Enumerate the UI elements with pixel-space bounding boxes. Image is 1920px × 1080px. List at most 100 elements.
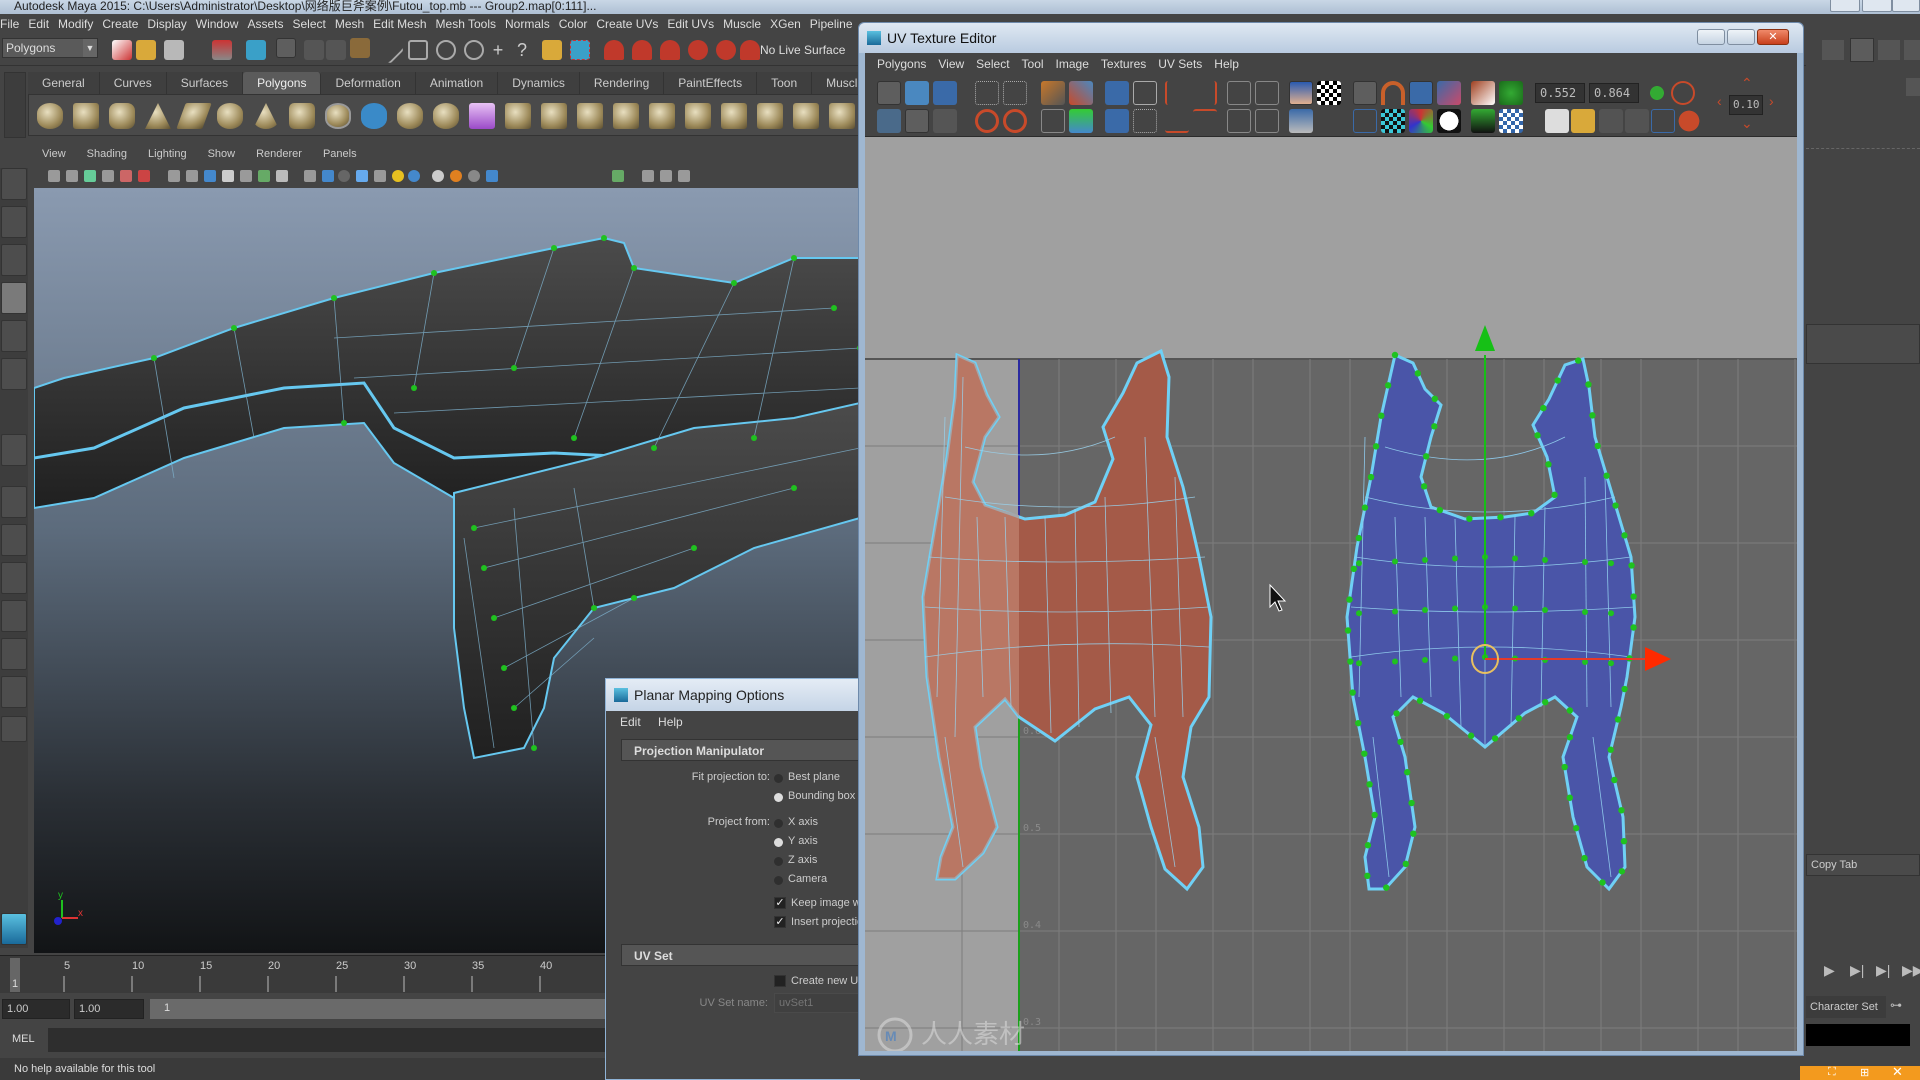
xray-joints-icon[interactable] bbox=[642, 170, 654, 182]
image-ratio-icon[interactable] bbox=[1499, 109, 1523, 133]
menu-file[interactable]: File bbox=[0, 14, 28, 34]
poly-plane-icon[interactable] bbox=[176, 103, 212, 129]
flip-u-icon[interactable] bbox=[975, 81, 999, 105]
uv-vertex[interactable] bbox=[1392, 658, 1398, 665]
bounding-box-radio[interactable] bbox=[774, 793, 783, 802]
combine-icon[interactable] bbox=[361, 103, 387, 129]
view-grid-icon[interactable] bbox=[1353, 81, 1377, 105]
uv-vertex[interactable] bbox=[1630, 593, 1637, 600]
close-icon[interactable]: ✕ bbox=[1892, 1064, 1903, 1080]
uv-vertex[interactable] bbox=[1542, 557, 1548, 563]
camera-select-icon[interactable] bbox=[48, 170, 60, 182]
uv-vertex[interactable] bbox=[1572, 824, 1580, 832]
edge-mask-icon[interactable] bbox=[326, 40, 346, 60]
magnet-live-icon[interactable] bbox=[716, 40, 736, 60]
layout-hypershade-icon[interactable] bbox=[1, 638, 27, 670]
grease-pencil-icon[interactable] bbox=[138, 170, 150, 182]
uv-cut-tool-icon[interactable] bbox=[905, 109, 929, 133]
expand-icon[interactable]: ⛶ bbox=[1828, 1066, 1836, 1079]
select-border-icon[interactable] bbox=[1227, 81, 1251, 105]
uv-vertex[interactable] bbox=[1515, 715, 1522, 722]
gate-mask-icon[interactable] bbox=[222, 170, 234, 182]
cycle-uvs-icon[interactable] bbox=[1651, 109, 1675, 133]
motion-blur-icon[interactable] bbox=[450, 170, 462, 182]
tab-painteffects[interactable]: PaintEffects bbox=[664, 72, 758, 94]
field-chart-icon[interactable] bbox=[240, 170, 252, 182]
image-plane-icon[interactable] bbox=[102, 170, 114, 182]
copy-tab-button[interactable]: Copy Tab bbox=[1806, 854, 1920, 876]
uv-vertex[interactable] bbox=[1420, 483, 1428, 490]
x-axis-radio[interactable] bbox=[774, 819, 783, 828]
magnet-view-icon[interactable] bbox=[688, 40, 708, 60]
tab-surfaces[interactable]: Surfaces bbox=[166, 72, 244, 94]
uv-vertex[interactable] bbox=[1542, 607, 1548, 613]
uv-vertex[interactable] bbox=[1528, 510, 1535, 517]
step-down-icon[interactable]: ⌄ bbox=[1741, 115, 1753, 132]
scale-tool-icon[interactable] bbox=[1, 358, 27, 390]
uv-maximize-button[interactable] bbox=[1727, 29, 1755, 45]
select-component-icon[interactable] bbox=[276, 38, 296, 58]
step-right-icon[interactable]: › bbox=[1769, 93, 1774, 109]
menu-xgen[interactable]: XGen bbox=[770, 14, 810, 34]
uv-vertex[interactable] bbox=[1366, 781, 1373, 788]
uv-move-icon[interactable] bbox=[905, 81, 929, 105]
uv-vertex[interactable] bbox=[1575, 357, 1582, 364]
pixel-snap-icon[interactable] bbox=[1381, 81, 1405, 105]
menu-edit-uvs[interactable]: Edit UVs bbox=[667, 14, 723, 34]
playback-start-field[interactable]: 1.00 bbox=[74, 999, 144, 1019]
uv-vertex[interactable] bbox=[1355, 719, 1362, 727]
uv-vertex[interactable] bbox=[1414, 370, 1421, 377]
lock-icon[interactable] bbox=[542, 40, 562, 60]
sew-uvs-icon[interactable] bbox=[1069, 81, 1093, 105]
uv-vertex[interactable] bbox=[1372, 443, 1380, 450]
uv-vertex[interactable] bbox=[1618, 868, 1626, 875]
uv-vertex[interactable] bbox=[1599, 879, 1606, 886]
uv-select-shell-icon[interactable] bbox=[933, 109, 957, 133]
textured-icon[interactable] bbox=[374, 170, 386, 182]
uv-vertex[interactable] bbox=[1443, 712, 1451, 720]
uv-vertex[interactable] bbox=[1542, 698, 1549, 706]
go-to-end-icon[interactable]: ▶▶ bbox=[1902, 962, 1920, 979]
checker-tiles-icon[interactable] bbox=[1381, 109, 1405, 133]
step-up-icon[interactable]: ⌃ bbox=[1741, 75, 1753, 92]
trash-icon[interactable] bbox=[1906, 78, 1920, 96]
mode-selector[interactable]: Polygons ▼ bbox=[2, 38, 98, 58]
panel-menu-show[interactable]: Show bbox=[194, 146, 243, 164]
select-region-icon[interactable] bbox=[570, 40, 590, 60]
menu-edit[interactable]: Edit bbox=[28, 14, 58, 34]
manipulator-v-arrow[interactable] bbox=[1475, 325, 1495, 351]
display-image-icon[interactable] bbox=[1289, 81, 1313, 105]
step-left-icon[interactable]: ‹ bbox=[1717, 93, 1722, 109]
bookmarks-icon[interactable] bbox=[84, 170, 96, 182]
close-button[interactable] bbox=[1892, 0, 1920, 12]
open-scene-icon[interactable] bbox=[136, 40, 156, 60]
select-object-icon[interactable] bbox=[246, 40, 266, 60]
paste-u-icon[interactable] bbox=[1599, 109, 1623, 133]
vertex-mask-icon[interactable] bbox=[304, 40, 324, 60]
planar-menu-help[interactable]: Help bbox=[658, 715, 683, 729]
toggle-isolate-icon[interactable] bbox=[1677, 109, 1701, 133]
uv-vertex[interactable] bbox=[1393, 710, 1400, 717]
uv-vertex[interactable] bbox=[1582, 609, 1588, 615]
smooth-shade-icon[interactable] bbox=[322, 170, 334, 182]
layout-graph-icon[interactable] bbox=[1, 600, 27, 632]
uv-vertex[interactable] bbox=[1621, 685, 1628, 693]
uv-vertex[interactable] bbox=[1431, 395, 1439, 403]
grid-uvs-icon[interactable] bbox=[1133, 81, 1157, 105]
tab-curves[interactable]: Curves bbox=[99, 72, 167, 94]
planar-mapping-title-bar[interactable]: Planar Mapping Options bbox=[606, 679, 860, 711]
menu-create-uvs[interactable]: Create UVs bbox=[596, 14, 667, 34]
panel-menu-view[interactable]: View bbox=[28, 146, 73, 164]
uv-vertex[interactable] bbox=[1392, 558, 1398, 565]
poly-sphere-icon[interactable] bbox=[37, 103, 63, 129]
menu-edit-mesh[interactable]: Edit Mesh bbox=[373, 14, 435, 34]
tab-deformation[interactable]: Deformation bbox=[321, 72, 416, 94]
triangulate-icon[interactable] bbox=[505, 103, 531, 129]
uv-vertex[interactable] bbox=[1581, 854, 1588, 862]
safe-action-icon[interactable] bbox=[258, 170, 270, 182]
cut-faces-icon[interactable] bbox=[757, 103, 783, 129]
uv-vertex[interactable] bbox=[1422, 453, 1430, 460]
alpha-channel-icon[interactable] bbox=[1437, 109, 1461, 133]
magnet-grid-icon[interactable] bbox=[604, 40, 624, 60]
channel-box-icon[interactable] bbox=[1904, 40, 1920, 60]
